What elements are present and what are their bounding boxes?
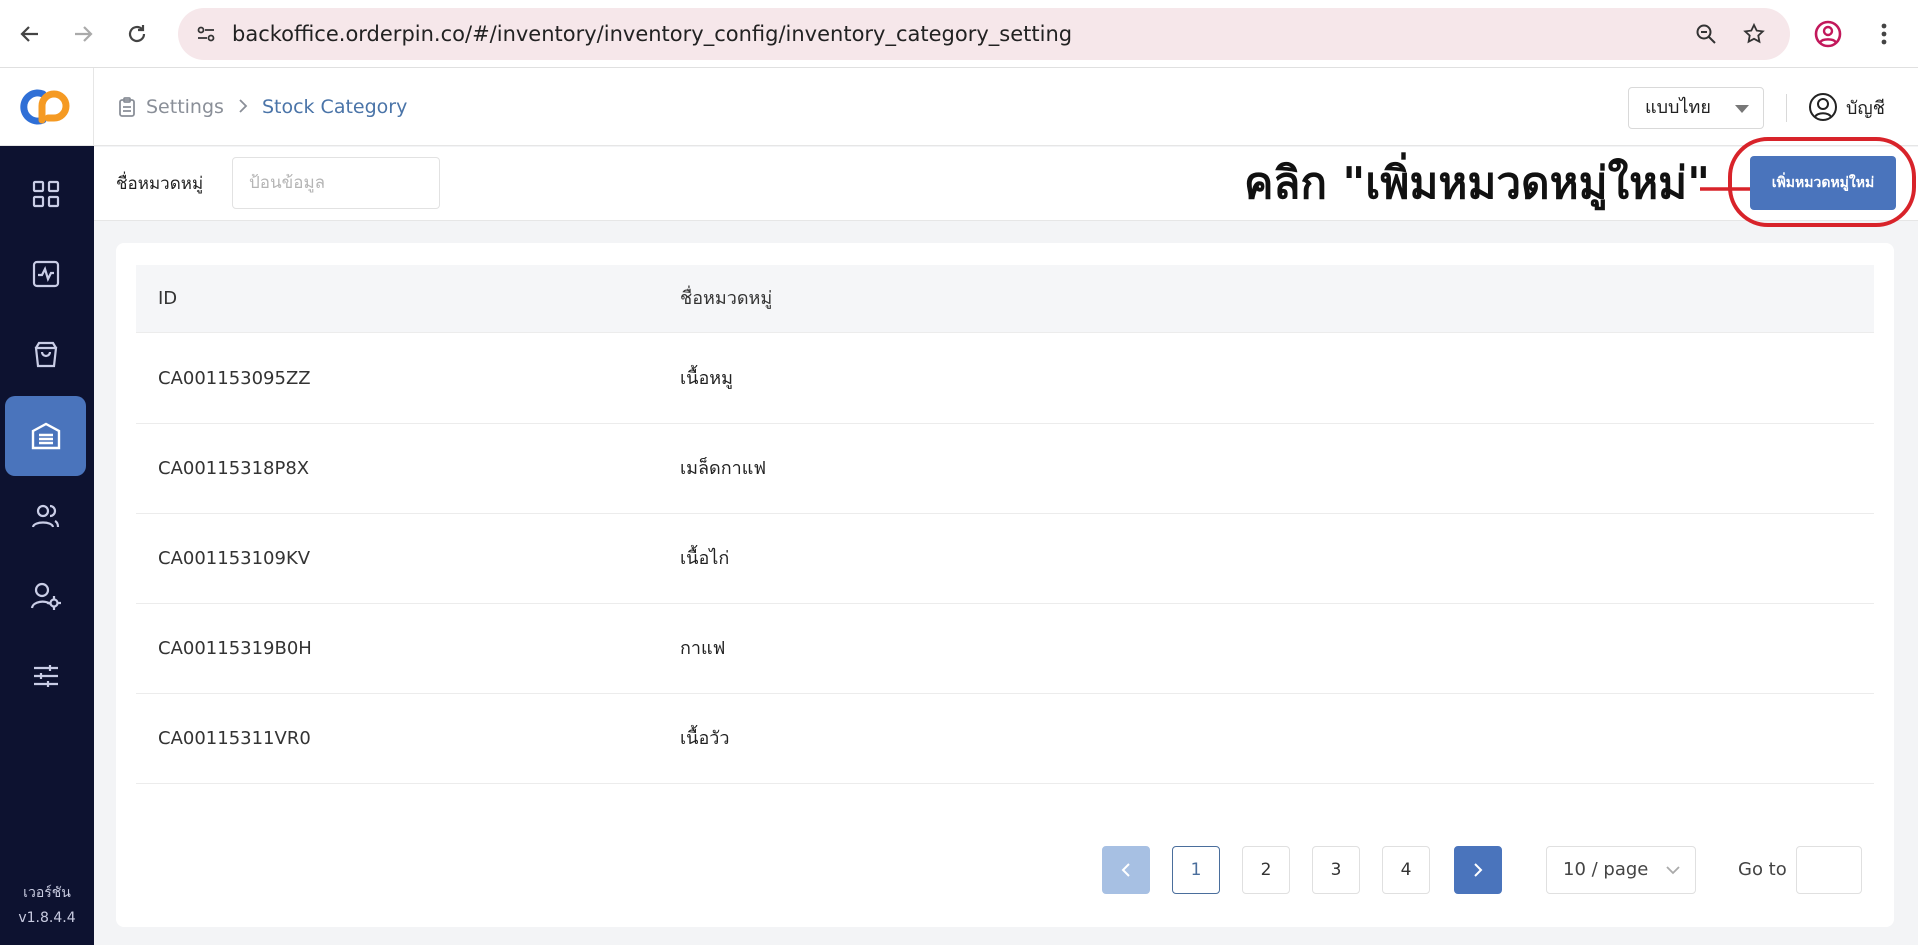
breadcrumb: Settings Stock Category: [118, 68, 407, 146]
clipboard-icon: [119, 97, 135, 117]
cell-name: เนื้อหมู: [680, 368, 733, 389]
cell-name: เนื้อไก่: [680, 548, 730, 569]
site-info-icon[interactable]: [192, 20, 220, 48]
goto-label: Go to: [1738, 859, 1787, 880]
chevron-right-icon: [1474, 863, 1483, 877]
cell-name: กาแฟ: [680, 638, 726, 659]
caret-down-icon: [1735, 105, 1749, 113]
inventory-warehouse-icon: [31, 422, 60, 450]
sidebar: เวอร์ชัน v1.8.4.4: [0, 68, 94, 945]
page-2-button[interactable]: 2: [1242, 846, 1290, 894]
sidebar-item-dashboard[interactable]: [5, 154, 86, 234]
user-settings-icon: [30, 582, 61, 610]
address-bar[interactable]: backoffice.orderpin.co/#/inventory/inven…: [178, 8, 1790, 60]
page-3-button[interactable]: 3: [1312, 846, 1360, 894]
filter-bar: ชื่อหมวดหมู่ คลิก "เพิ่มหมวดหมู่ใหม่" เพ…: [94, 137, 1918, 227]
zoom-icon[interactable]: [1692, 20, 1720, 48]
account-label: บัญชี: [1846, 97, 1885, 119]
cell-id: CA00115319B0H: [158, 638, 312, 659]
app-version: เวอร์ชัน v1.8.4.4: [0, 881, 94, 931]
sidebar-item-reports[interactable]: [5, 234, 86, 314]
browser-toolbar: backoffice.orderpin.co/#/inventory/inven…: [0, 0, 1918, 68]
column-header-name: ชื่อหมวดหมู่: [680, 288, 773, 309]
breadcrumb-current: Stock Category: [261, 96, 408, 118]
category-name-label: ชื่อหมวดหมู่: [116, 174, 204, 194]
app-logo[interactable]: [0, 68, 94, 146]
column-header-id: ID: [158, 288, 178, 309]
cell-id: CA001153095ZZ: [158, 368, 311, 389]
version-label: เวอร์ชัน: [23, 885, 71, 901]
table-row[interactable]: CA001153095ZZ เนื้อหมู: [136, 334, 1874, 424]
table-row[interactable]: CA00115311VR0 เนื้อวัว: [136, 694, 1874, 784]
sidebar-item-staff[interactable]: [5, 556, 86, 636]
page-1-button[interactable]: 1: [1172, 846, 1220, 894]
instruction-annotation: คลิก "เพิ่มหมวดหมู่ใหม่": [1244, 158, 1711, 209]
cell-name: เนื้อวัว: [680, 728, 730, 749]
page-size-select[interactable]: 10 / page: [1546, 846, 1696, 894]
browser-menu-icon[interactable]: [1868, 18, 1900, 50]
sidebar-item-customers[interactable]: [5, 476, 86, 556]
language-value: แบบไทย: [1645, 97, 1711, 118]
url-text[interactable]: backoffice.orderpin.co/#/inventory/inven…: [232, 8, 1072, 60]
page-size-value: 10 / page: [1563, 859, 1649, 880]
goto-page-input[interactable]: [1796, 846, 1862, 894]
sidebar-item-orders[interactable]: [5, 314, 86, 394]
language-select[interactable]: แบบไทย: [1628, 87, 1764, 129]
cell-id: CA001153109KV: [158, 548, 311, 569]
version-number: v1.8.4.4: [18, 910, 76, 926]
next-page-button[interactable]: [1454, 846, 1502, 894]
sliders-icon: [33, 665, 58, 687]
orderpin-logo-icon: [19, 89, 69, 124]
page-4-button[interactable]: 4: [1382, 846, 1430, 894]
back-button[interactable]: [10, 14, 50, 54]
top-header: Settings Stock Category แบบไทย บัญชี: [94, 68, 1918, 146]
prev-page-button[interactable]: [1102, 846, 1150, 894]
chevron-left-icon: [1121, 863, 1130, 877]
breadcrumb-settings[interactable]: Settings: [146, 96, 224, 118]
cell-id: CA00115311VR0: [158, 728, 311, 749]
reload-icon: [128, 25, 146, 43]
forward-button[interactable]: [63, 14, 103, 54]
account-menu[interactable]: บัญชี: [1808, 88, 1885, 126]
cell-name: เมล็ดกาแฟ: [680, 458, 767, 479]
shopping-bag-icon: [34, 341, 57, 368]
table-row[interactable]: CA00115318P8X เมล็ดกาแฟ: [136, 424, 1874, 514]
category-name-input[interactable]: [232, 157, 440, 209]
table-row[interactable]: CA001153109KV เนื้อไก่: [136, 514, 1874, 604]
arrow-right-icon: [75, 26, 93, 42]
table-row[interactable]: CA00115319B0H กาแฟ: [136, 604, 1874, 694]
cell-id: CA00115318P8X: [158, 458, 310, 479]
account-circle-icon: [1809, 93, 1837, 121]
chevron-down-icon: [1666, 866, 1680, 875]
dashboard-grid-icon: [32, 180, 59, 208]
table-header: ID ชื่อหมวดหมู่: [136, 265, 1874, 333]
users-icon: [31, 504, 59, 528]
activity-chart-icon: [32, 260, 59, 288]
bookmark-star-icon[interactable]: [1740, 20, 1768, 48]
breadcrumb-separator-icon: [238, 96, 248, 118]
header-divider: [1786, 94, 1787, 122]
category-table-card: ID ชื่อหมวดหมู่ CA001153095ZZ เนื้อหมู C…: [116, 243, 1894, 927]
sidebar-item-settings[interactable]: [5, 636, 86, 716]
profile-icon[interactable]: [1812, 18, 1844, 50]
reload-button[interactable]: [117, 14, 157, 54]
arrow-left-icon: [20, 26, 38, 42]
sidebar-item-inventory[interactable]: [5, 396, 86, 476]
add-category-button[interactable]: เพิ่มหมวดหมู่ใหม่: [1750, 156, 1896, 210]
